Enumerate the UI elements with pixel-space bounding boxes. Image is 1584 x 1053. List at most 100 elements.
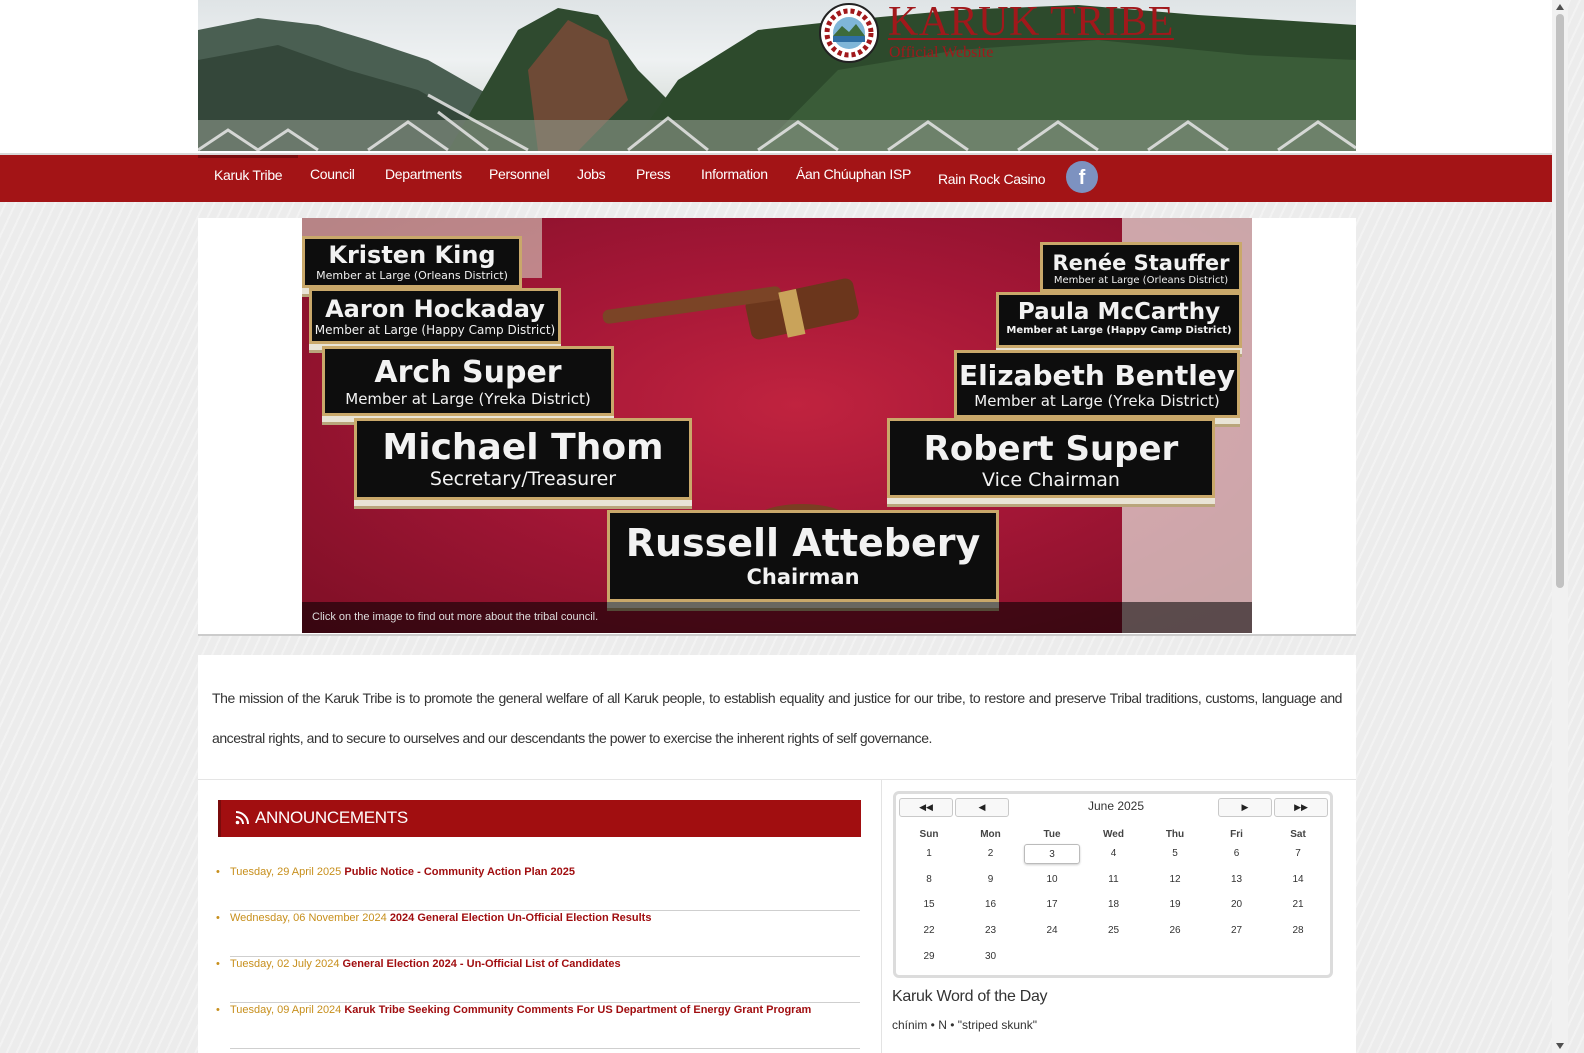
plate-name: Aaron Hockaday [325, 295, 545, 323]
plate-name: Michael Thom [382, 427, 664, 468]
list-item: • Tuesday, 02 July 2024 General Election… [216, 957, 860, 1003]
slideshow-panel: Kristen King Member at Large (Orleans Di… [198, 218, 1356, 636]
announcements-title: ANNOUNCEMENTS [255, 808, 408, 827]
announcement-link[interactable]: Public Notice - Community Action Plan 20… [344, 866, 575, 878]
nav-item-jobs[interactable]: Jobs [577, 155, 606, 202]
nav-item-personnel[interactable]: Personnel [489, 155, 550, 202]
name-plate: Paula McCarthy Member at Large (Happy Ca… [996, 292, 1242, 348]
list-item: • Tuesday, 29 April 2025 Public Notice -… [216, 865, 860, 911]
calendar-day[interactable]: 2 [963, 844, 1019, 864]
name-plate: Elizabeth Bentley Member at Large (Yreka… [954, 350, 1240, 418]
scroll-up-icon[interactable] [1556, 4, 1564, 10]
nav-item-press[interactable]: Press [636, 155, 671, 202]
plate-name: Arch Super [374, 355, 562, 390]
calendar-day[interactable]: 8 [901, 870, 957, 890]
header-banner: KARUK TRIBE Official Website [198, 0, 1356, 151]
calendar-day[interactable]: 4 [1086, 844, 1142, 864]
plate-name: Robert Super [923, 429, 1179, 469]
scroll-thumb[interactable] [1556, 14, 1564, 588]
word-of-day-text: chínim • N • "striped skunk" [892, 1018, 1037, 1032]
calendar-day[interactable]: 23 [963, 921, 1019, 941]
name-plate: Renée Stauffer Member at Large (Orleans … [1040, 242, 1242, 292]
announcements-header[interactable]: ANNOUNCEMENTS [218, 800, 861, 837]
bullet: • [216, 866, 220, 878]
site-subtitle: Official Website [889, 44, 994, 61]
calendar-day[interactable]: 22 [901, 921, 957, 941]
calendar-day[interactable]: 9 [963, 870, 1019, 890]
plate-name: Elizabeth Bentley [958, 359, 1236, 392]
calendar-day[interactable]: 30 [963, 947, 1019, 967]
plate-role: Chairman [746, 565, 860, 589]
plate-role: Member at Large (Orleans District) [1053, 275, 1229, 286]
calendar-day[interactable]: 5 [1147, 844, 1203, 864]
calendar-day[interactable]: 1 [901, 844, 957, 864]
calendar-day[interactable]: 14 [1270, 870, 1326, 890]
bullet: • [216, 958, 220, 970]
scroll-down-icon[interactable] [1556, 1043, 1564, 1049]
calendar-day[interactable]: 19 [1147, 895, 1203, 915]
calendar-day[interactable]: 26 [1147, 921, 1203, 941]
announcement-link[interactable]: Karuk Tribe Seeking Community Comments F… [344, 1004, 811, 1016]
calendar-weekday: Mon [980, 829, 1001, 840]
name-plate: Michael Thom Secretary/Treasurer [354, 418, 692, 500]
nav-item-karuk-tribe[interactable]: Karuk Tribe [198, 155, 299, 205]
nav-item-information[interactable]: Information [701, 155, 768, 202]
calendar-day[interactable]: 27 [1209, 921, 1265, 941]
mission-panel: The mission of the Karuk Tribe is to pro… [198, 655, 1356, 780]
calendar-day[interactable]: 20 [1209, 895, 1265, 915]
next-year-button[interactable]: ▶▶ [1274, 798, 1328, 817]
next-month-button[interactable]: ▶ [1218, 798, 1272, 817]
tribal-seal-icon [819, 3, 879, 63]
plate-name: Paula McCarthy [1017, 299, 1221, 325]
calendar-day[interactable]: 16 [963, 895, 1019, 915]
council-photo[interactable]: Kristen King Member at Large (Orleans Di… [302, 218, 1252, 633]
name-plate: Arch Super Member at Large (Yreka Distri… [322, 346, 614, 416]
site-title[interactable]: KARUK TRIBE [888, 0, 1174, 46]
plate-role: Vice Chairman [982, 469, 1120, 491]
calendar-day-today[interactable]: 3 [1024, 844, 1080, 864]
prev-year-button[interactable]: ◀◀ [899, 798, 953, 817]
calendar-day[interactable]: 25 [1086, 921, 1142, 941]
sidebar: ◀◀ ◀ June 2025 ▶ ▶▶ Sun Mon Tue Wed Thu Fri Sa… [882, 780, 1356, 1053]
announcement-date: Wednesday, 06 November 2024 [230, 912, 387, 924]
announcements-section: ANNOUNCEMENTS • Tuesday, 29 April 2025 P… [198, 780, 882, 1053]
announcement-link[interactable]: 2024 General Election Un-Official Electi… [390, 912, 652, 924]
rss-icon [235, 811, 249, 825]
site-logo[interactable]: KARUK TRIBE Official Website [818, 0, 1178, 72]
name-plate: Robert Super Vice Chairman [887, 418, 1215, 498]
mission-statement: The mission of the Karuk Tribe is to pro… [212, 690, 1342, 746]
name-plate: Aaron Hockaday Member at Large (Happy Ca… [309, 288, 561, 344]
page-scrollbar[interactable] [1552, 0, 1568, 1053]
calendar-day[interactable]: 6 [1209, 844, 1265, 864]
calendar-weekday: Tue [1043, 829, 1061, 840]
prev-month-button[interactable]: ◀ [955, 798, 1009, 817]
plate-name: Kristen King [328, 241, 496, 269]
plate-role: Member at Large (Yreka District) [345, 390, 591, 408]
calendar-day[interactable]: 17 [1024, 895, 1080, 915]
announcement-link[interactable]: General Election 2024 - Un-Official List… [343, 958, 621, 970]
calendar-day[interactable]: 24 [1024, 921, 1080, 941]
plate-role: Member at Large (Happy Camp District) [1006, 325, 1232, 336]
nav-item-departments[interactable]: Departments [385, 155, 462, 202]
calendar-day[interactable]: 11 [1086, 870, 1142, 890]
calendar-day[interactable]: 15 [901, 895, 957, 915]
calendar-day[interactable]: 7 [1270, 844, 1326, 864]
calendar-widget: ◀◀ ◀ June 2025 ▶ ▶▶ Sun Mon Tue Wed Thu Fri Sa… [893, 791, 1333, 978]
nav-item-council[interactable]: Council [310, 155, 355, 202]
slideshow-caption: Click on the image to find out more abou… [302, 602, 1252, 633]
calendar-day[interactable]: 12 [1147, 870, 1203, 890]
name-plate: Russell Attebery Chairman [607, 510, 999, 602]
announcement-date: Tuesday, 09 April 2024 [230, 1004, 342, 1016]
calendar-day[interactable]: 29 [901, 947, 957, 967]
plate-role: Member at Large (Yreka District) [974, 392, 1220, 410]
facebook-icon[interactable]: f [1066, 161, 1098, 193]
calendar-day[interactable]: 28 [1270, 921, 1326, 941]
nav-item-isp[interactable]: Áan Chúuphan ISP [796, 155, 911, 202]
calendar-day[interactable]: 10 [1024, 870, 1080, 890]
calendar-weekday: Wed [1103, 829, 1124, 840]
calendar-day[interactable]: 18 [1086, 895, 1142, 915]
plate-role: Member at Large (Orleans District) [316, 269, 508, 282]
calendar-day[interactable]: 21 [1270, 895, 1326, 915]
calendar-day[interactable]: 13 [1209, 870, 1265, 890]
nav-item-rain-rock-casino[interactable]: Rain Rock Casino [938, 160, 1046, 207]
